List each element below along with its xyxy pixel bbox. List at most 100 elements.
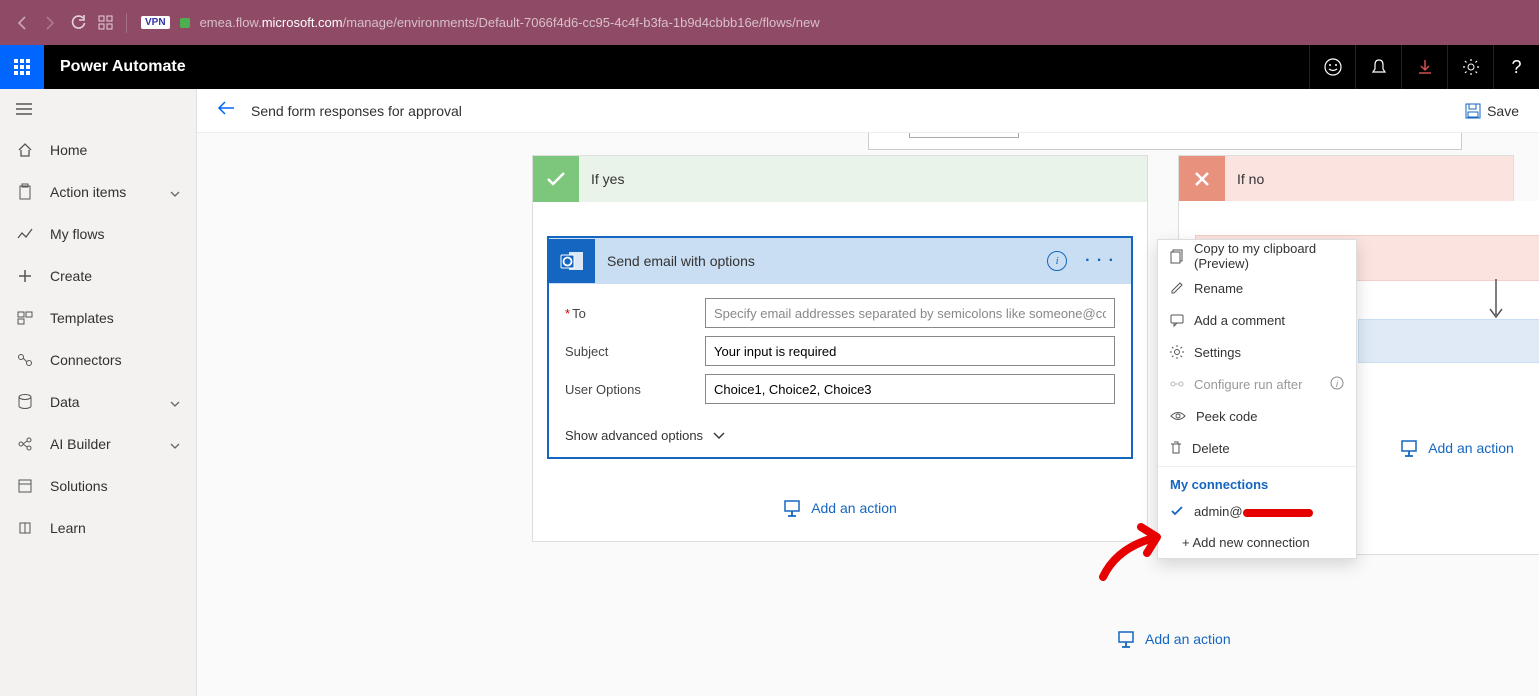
sidebar-item-ai-builder[interactable]: AI Builder [0, 423, 196, 465]
editor-toolbar: Send form responses for approval Save [197, 89, 1539, 133]
browser-back-icon[interactable] [8, 9, 36, 37]
svg-text:i: i [1336, 379, 1339, 389]
chevron-down-icon [170, 184, 180, 200]
templates-icon [16, 311, 34, 325]
ctx-peek-code[interactable]: Peek code [1158, 400, 1356, 432]
context-menu: Copy to my clipboard (Preview) Rename Ad… [1157, 239, 1357, 559]
ctx-settings[interactable]: Settings [1158, 336, 1356, 368]
feedback-icon[interactable] [1309, 45, 1355, 89]
info-icon[interactable]: i [1330, 376, 1344, 393]
check-icon [1170, 505, 1184, 517]
ctx-connection-item[interactable]: admin@ [1158, 496, 1356, 526]
book-icon [16, 521, 34, 535]
save-icon [1465, 103, 1481, 119]
ctx-configure-run-after: Configure run after i [1158, 368, 1356, 400]
notifications-icon[interactable] [1355, 45, 1401, 89]
add-step-icon [1400, 439, 1418, 457]
gear-icon [1170, 345, 1184, 359]
ctx-label: Rename [1194, 281, 1243, 296]
nav-label: Solutions [50, 478, 108, 494]
nav-label: Create [50, 268, 92, 284]
settings-icon[interactable] [1447, 45, 1493, 89]
app-launcher-button[interactable] [0, 45, 44, 89]
ctx-add-connection[interactable]: + Add new connection [1158, 526, 1356, 558]
branch-header-no[interactable]: If no [1179, 156, 1513, 202]
peek-icon [1170, 410, 1186, 422]
data-icon [16, 394, 34, 410]
sidebar-item-learn[interactable]: Learn [0, 507, 196, 549]
action-card-header[interactable]: Send email with options i · · · [549, 238, 1131, 284]
url-path: /manage/environments/Default-7066f4d6-cc… [343, 15, 820, 30]
ctx-rename[interactable]: Rename [1158, 272, 1356, 304]
sidebar-item-home[interactable]: Home [0, 129, 196, 171]
input-subject[interactable] [705, 336, 1115, 366]
add-step-icon [1117, 630, 1135, 648]
app-header: Power Automate ? [0, 45, 1539, 89]
browser-chrome: VPN emea.flow.microsoft.com/manage/envir… [0, 0, 1539, 45]
sidebar-item-data[interactable]: Data [0, 381, 196, 423]
chevron-down-icon [170, 394, 180, 410]
nav-label: My flows [50, 226, 104, 242]
info-icon[interactable]: i [1047, 251, 1067, 271]
nav-label: Data [50, 394, 80, 410]
sidebar-item-connectors[interactable]: Connectors [0, 339, 196, 381]
add-action-label: Add an action [811, 500, 897, 516]
flows-icon [16, 227, 34, 241]
help-icon[interactable]: ? [1493, 45, 1539, 89]
add-action-bottom[interactable]: Add an action [1117, 630, 1231, 648]
input-user-options[interactable] [705, 374, 1115, 404]
save-button[interactable]: Save [1465, 103, 1519, 119]
browser-url[interactable]: emea.flow.microsoft.com/manage/environme… [200, 15, 820, 30]
ctx-comment[interactable]: Add a comment [1158, 304, 1356, 336]
action-card-send-email[interactable]: Send email with options i · · · *To [547, 236, 1133, 459]
connection-email: admin@ [1194, 504, 1313, 519]
browser-reload-icon[interactable] [64, 9, 92, 37]
chevron-down-icon [170, 436, 180, 452]
sidebar-item-my-flows[interactable]: My flows [0, 213, 196, 255]
trash-icon [1170, 441, 1182, 455]
sidebar: Home Action items My flows Create Templa… [0, 89, 197, 696]
action-title: Send email with options [607, 253, 755, 269]
label-to: *To [565, 306, 705, 321]
browser-forward-icon[interactable] [36, 9, 64, 37]
main-area: Send form responses for approval Save If… [197, 89, 1539, 696]
ctx-delete[interactable]: Delete [1158, 432, 1356, 464]
back-button[interactable] [217, 101, 235, 120]
comment-icon [1170, 314, 1184, 327]
plus-icon [16, 269, 34, 283]
sidebar-item-action-items[interactable]: Action items [0, 171, 196, 213]
show-advanced-toggle[interactable]: Show advanced options [549, 418, 1131, 457]
no-branch-action-placeholder[interactable] [1358, 319, 1539, 363]
add-action-yes[interactable]: Add an action [547, 499, 1133, 517]
url-host: microsoft.com [262, 15, 343, 30]
ctx-copy[interactable]: Copy to my clipboard (Preview) [1158, 240, 1356, 272]
advanced-label: Show advanced options [565, 428, 703, 443]
branch-title: If no [1237, 171, 1264, 187]
download-icon[interactable] [1401, 45, 1447, 89]
branch-if-no: If no [1178, 155, 1514, 201]
flow-title[interactable]: Send form responses for approval [251, 103, 462, 119]
nav-label: Connectors [50, 352, 122, 368]
sidebar-toggle[interactable] [0, 89, 196, 129]
ctx-label: Copy to my clipboard (Preview) [1194, 241, 1344, 271]
copy-icon [1170, 249, 1184, 263]
solutions-icon [16, 479, 34, 493]
nav-label: Home [50, 142, 87, 158]
flow-canvas[interactable]: If yes Send email with options i [197, 133, 1539, 696]
ctx-connections-heading: My connections [1158, 469, 1356, 496]
sidebar-item-solutions[interactable]: Solutions [0, 465, 196, 507]
more-menu-button[interactable]: · · · [1085, 252, 1115, 270]
ctx-label: Configure run after [1194, 377, 1302, 392]
branch-header-yes[interactable]: If yes [533, 156, 1147, 202]
sidebar-item-templates[interactable]: Templates [0, 297, 196, 339]
label-user-options: User Options [565, 382, 705, 397]
label-subject: Subject [565, 344, 705, 359]
run-after-icon [1170, 378, 1184, 390]
branch-title: If yes [591, 171, 624, 187]
action-form: *To Subject User Options [549, 284, 1131, 418]
browser-apps-icon[interactable] [92, 9, 120, 37]
nav-label: Templates [50, 310, 114, 326]
input-to[interactable] [705, 298, 1115, 328]
secure-lock-icon [180, 18, 190, 28]
sidebar-item-create[interactable]: Create [0, 255, 196, 297]
